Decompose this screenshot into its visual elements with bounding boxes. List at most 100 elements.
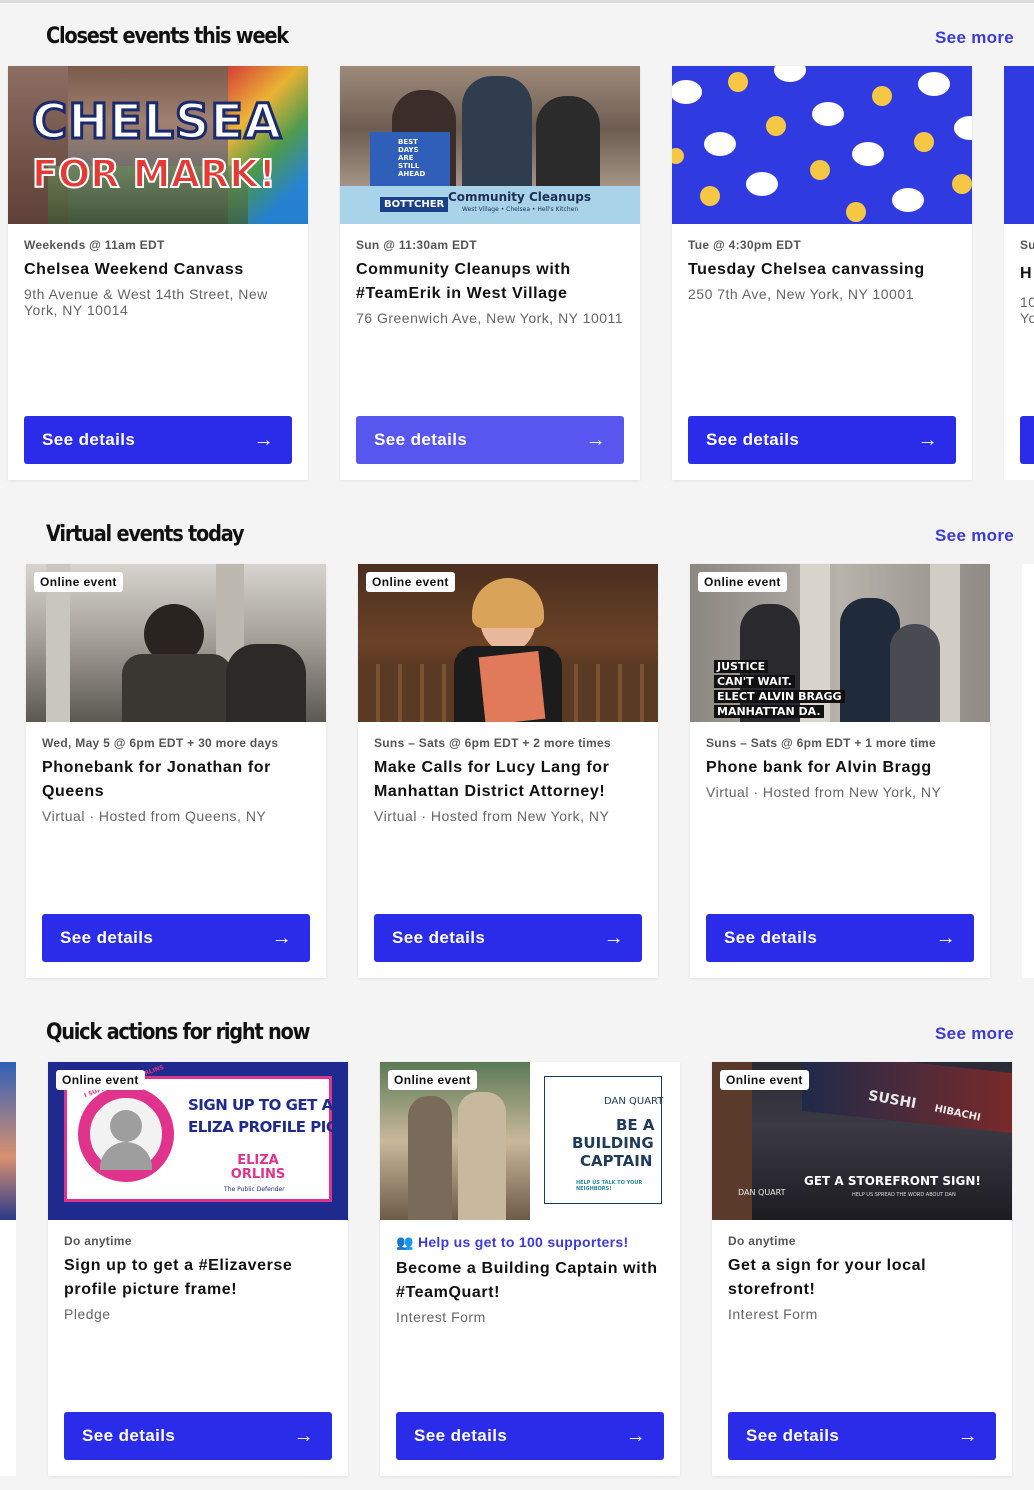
arrow-right-icon: → (917, 428, 938, 451)
section-quick-actions: Quick actions for right now See more I S… (0, 1020, 1034, 1490)
see-details-button[interactable]: See details → (706, 914, 974, 962)
event-title: H (1020, 265, 1033, 282)
event-card[interactable]: Tue @ 4:30pm EDT Tuesday Chelsea canvass… (672, 66, 972, 480)
image-caption: HELP US TALK TO YOUR NEIGHBORS! (576, 1180, 643, 1192)
button-label: See details (724, 928, 818, 947)
event-title: Make Calls for Lucy Lang for Manhattan D… (374, 759, 610, 800)
image-caption: CHELSEA (30, 93, 283, 152)
event-card[interactable]: JUSTICE CAN'T WAIT. ELECT ALVIN BRAGG MA… (690, 564, 990, 978)
action-card[interactable]: DAN QUART BE A BUILDING CAPTAIN HELP US … (380, 1062, 680, 1476)
online-event-badge: Online event (56, 1070, 145, 1090)
action-timing: Do anytime (728, 1234, 796, 1248)
section-title: Quick actions for right now (46, 1020, 311, 1045)
button-label: See details (392, 928, 486, 947)
image-caption: CAN'T WAIT. (714, 675, 795, 688)
event-time: Suns – Sats @ 6pm EDT + 2 more times (374, 736, 611, 750)
online-event-badge: Online event (720, 1070, 809, 1090)
action-card-peek[interactable] (0, 1062, 16, 1476)
see-details-button[interactable] (1020, 416, 1034, 464)
button-label: See details (60, 928, 154, 947)
event-image (672, 66, 972, 224)
see-more-link[interactable]: See more (935, 1024, 1014, 1044)
see-details-button[interactable]: See details → (374, 914, 642, 962)
online-event-badge: Online event (698, 572, 787, 592)
see-details-button[interactable]: See details → (64, 1412, 332, 1460)
button-label: See details (746, 1426, 840, 1445)
event-address: 10 Yo (1020, 294, 1034, 326)
image-caption: The Public Defender (224, 1186, 285, 1193)
event-time: Su (1020, 238, 1034, 252)
event-address: Virtual · Hosted from Queens, NY (42, 808, 267, 824)
button-label: See details (414, 1426, 508, 1445)
event-card-peek[interactable]: Su H 10 Yo (1004, 66, 1034, 480)
event-card-peek[interactable] (1022, 564, 1034, 978)
image-caption: ELIZA PROFILE PIC! (188, 1118, 343, 1136)
image-caption: CAPTAIN (580, 1152, 653, 1170)
image-caption: BOTTCHER (380, 197, 449, 212)
button-label: See details (706, 430, 800, 449)
users-icon: 👥 (396, 1234, 414, 1250)
arrow-right-icon: → (625, 1424, 646, 1447)
action-timing: Do anytime (64, 1234, 132, 1248)
arrow-right-icon: → (603, 926, 624, 949)
see-more-link[interactable]: See more (935, 28, 1014, 48)
button-label: See details (374, 430, 468, 449)
see-details-button[interactable]: See details → (688, 416, 956, 464)
event-card[interactable]: Online event Wed, May 5 @ 6pm EDT + 30 m… (26, 564, 326, 978)
online-event-badge: Online event (34, 572, 123, 592)
image-caption: JUSTICE (714, 660, 769, 673)
image-caption: GET A STOREFRONT SIGN! (804, 1174, 981, 1188)
action-title: Sign up to get a #Elizaverse profile pic… (64, 1257, 293, 1298)
event-card[interactable]: Online event Suns – Sats @ 6pm EDT + 2 m… (358, 564, 658, 978)
action-type: Interest Form (396, 1309, 486, 1325)
image-caption: West Village • Chelsea • Hell's Kitchen (462, 206, 579, 213)
button-label: See details (42, 430, 136, 449)
image-caption: FOR MARK! (31, 151, 277, 197)
event-title: Community Cleanups with #TeamErik in Wes… (356, 261, 571, 302)
action-type: Pledge (64, 1306, 111, 1322)
image-caption: MANHATTAN DA. (714, 705, 824, 718)
event-card[interactable]: BEST DAYS ARE STILL AHEAD BOTTCHER Commu… (340, 66, 640, 480)
event-address: Virtual · Hosted from New York, NY (706, 784, 942, 800)
section-virtual-events: Virtual events today See more Online eve… (0, 522, 1034, 982)
event-address: Virtual · Hosted from New York, NY (374, 808, 610, 824)
event-title: Phonebank for Jonathan for Queens (42, 759, 271, 800)
event-title: Chelsea Weekend Canvass (24, 261, 244, 278)
section-title: Closest events this week (46, 24, 289, 49)
event-address: 250 7th Ave, New York, NY 10001 (688, 286, 914, 302)
see-details-button[interactable]: See details → (728, 1412, 996, 1460)
event-time: Weekends @ 11am EDT (24, 238, 165, 252)
event-card[interactable]: CHELSEA FOR MARK! Weekends @ 11am EDT Ch… (8, 66, 308, 480)
section-closest-events: Closest events this week See more CHELSE… (0, 24, 1034, 484)
action-title: Get a sign for your local storefront! (728, 1257, 927, 1298)
arrow-right-icon: → (585, 428, 606, 451)
see-details-button[interactable]: See details → (356, 416, 624, 464)
event-title: Tuesday Chelsea canvassing (688, 261, 925, 278)
event-time: Suns – Sats @ 6pm EDT + 1 more time (706, 736, 936, 750)
action-card[interactable]: SUSHI HIBACHI DAN QUART GET A STOREFRONT… (712, 1062, 1012, 1476)
event-time: Tue @ 4:30pm EDT (688, 238, 801, 252)
image-caption: BE A (616, 1116, 655, 1134)
event-image: BEST DAYS ARE STILL AHEAD BOTTCHER Commu… (340, 66, 640, 224)
image-caption: BUILDING (572, 1134, 654, 1152)
see-details-button[interactable]: See details → (396, 1412, 664, 1460)
event-address: 9th Avenue & West 14th Street, New York,… (24, 286, 268, 318)
arrow-right-icon: → (253, 428, 274, 451)
event-time: Sun @ 11:30am EDT (356, 238, 477, 252)
see-more-link[interactable]: See more (935, 526, 1014, 546)
image-caption: ELECT ALVIN BRAGG (714, 690, 845, 703)
action-title: Become a Building Captain with #TeamQuar… (396, 1260, 658, 1301)
see-details-button[interactable]: See details → (24, 416, 292, 464)
arrow-right-icon: → (935, 926, 956, 949)
image-caption: DAN QUART (738, 1188, 786, 1197)
see-details-button[interactable]: See details → (42, 914, 310, 962)
image-caption: Community Cleanups (448, 190, 591, 204)
supporters-goal: 👥 Help us get to 100 supporters! (396, 1234, 664, 1251)
image-caption: ELIZA ORLINS (230, 1153, 286, 1182)
image-caption: HELP US SPREAD THE WORD ABOUT DAN (852, 1192, 956, 1198)
arrow-right-icon: → (293, 1424, 314, 1447)
online-event-badge: Online event (388, 1070, 477, 1090)
image-caption: SIGN UP TO GET AN (188, 1096, 345, 1114)
event-address: 76 Greenwich Ave, New York, NY 10011 (356, 310, 624, 326)
action-card[interactable]: I SUPPORT ELIZA ORLINS SIGN UP TO GET AN… (48, 1062, 348, 1476)
